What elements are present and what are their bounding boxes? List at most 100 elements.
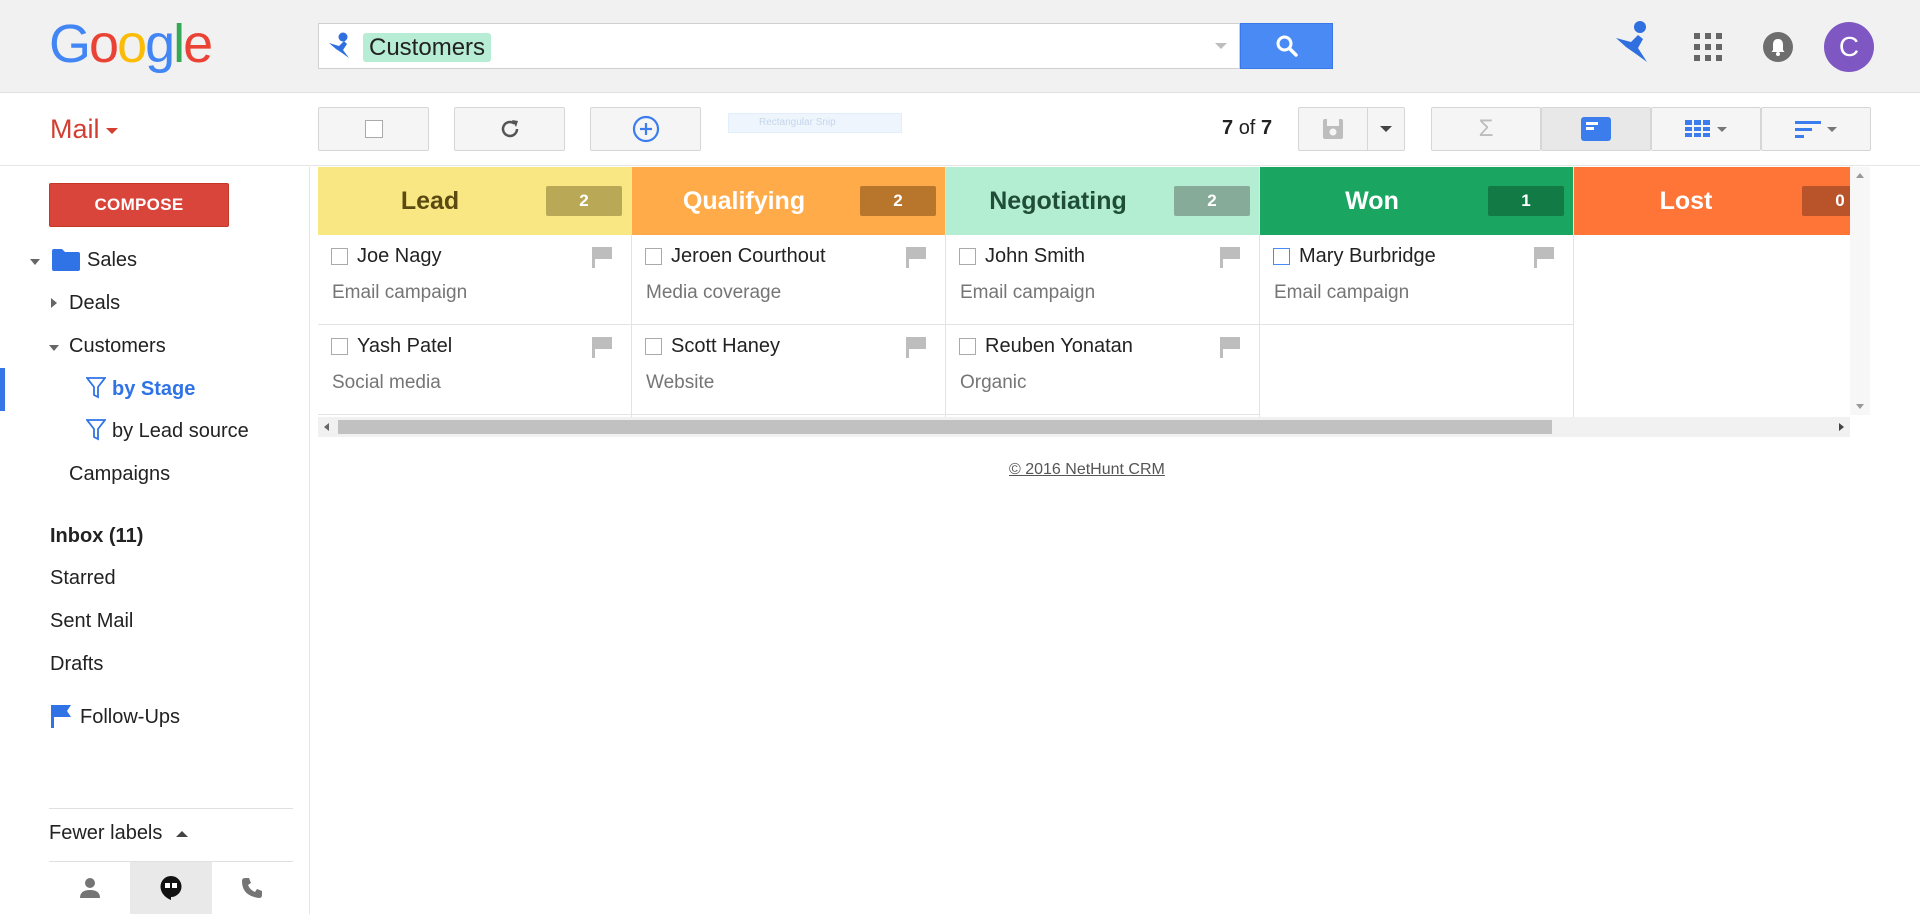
flag-icon[interactable] xyxy=(591,246,613,268)
fewer-labels-toggle[interactable]: Fewer labels xyxy=(49,822,188,845)
google-logo[interactable]: Google xyxy=(49,13,213,75)
column-title: Qualifying xyxy=(682,187,806,215)
sidebar-item-drafts[interactable]: Drafts xyxy=(50,653,103,676)
sidebar: COMPOSE Sales Deals Customers by Stage b… xyxy=(0,167,310,914)
flag-icon[interactable] xyxy=(591,336,613,358)
deal-card[interactable]: Mary Burbridge Email campaign xyxy=(1260,235,1573,325)
mail-label: Mail xyxy=(50,114,100,144)
apps-grid-icon[interactable] xyxy=(1694,33,1722,66)
card-name: Yash Patel xyxy=(357,335,453,357)
card-source: Media coverage xyxy=(646,282,782,303)
hangouts-icon xyxy=(160,876,182,900)
add-circle-icon xyxy=(632,115,659,143)
sidebar-item-follow-ups[interactable]: Follow-Ups xyxy=(80,706,180,729)
sidebar-item-deals[interactable]: Deals xyxy=(69,292,120,315)
nethunt-app-icon[interactable] xyxy=(1614,20,1654,71)
sidebar-item-sales[interactable]: Sales xyxy=(87,249,137,272)
flag-icon[interactable] xyxy=(905,336,927,358)
tab-contacts[interactable] xyxy=(49,862,130,914)
deal-card[interactable]: Reuben Yonatan Organic xyxy=(946,325,1259,415)
search-input[interactable]: Customers xyxy=(318,23,1240,69)
add-record-button[interactable] xyxy=(590,107,701,151)
fewer-labels-label: Fewer labels xyxy=(49,822,163,844)
scrollbar-thumb[interactable] xyxy=(338,420,1552,434)
scroll-down-icon[interactable] xyxy=(1856,404,1864,409)
notifications-bell-icon[interactable] xyxy=(1763,32,1793,67)
card-checkbox[interactable] xyxy=(959,248,976,265)
scroll-left-icon[interactable] xyxy=(324,423,329,431)
column-count-badge: 2 xyxy=(1174,186,1250,216)
grid-view-icon xyxy=(1685,120,1710,137)
deal-card[interactable]: Yash Patel Social media xyxy=(318,325,631,415)
sort-icon xyxy=(1795,121,1821,138)
collapse-arrow-icon[interactable] xyxy=(49,345,59,351)
avatar[interactable]: C xyxy=(1824,22,1874,72)
sidebar-item-sent-mail[interactable]: Sent Mail xyxy=(50,610,133,633)
column-header[interactable]: Qualifying 2 xyxy=(632,167,945,235)
pagination-info: 7 of 7 xyxy=(1222,117,1272,140)
collapse-arrow-icon[interactable] xyxy=(30,259,40,265)
refresh-button[interactable] xyxy=(454,107,565,151)
toolbar: Mail Rectangular Snip 7 of 7 Σ xyxy=(0,94,1920,166)
card-checkbox[interactable] xyxy=(331,248,348,265)
flag-icon[interactable] xyxy=(905,246,927,268)
sidebar-item-customers[interactable]: Customers xyxy=(69,335,166,358)
card-checkbox[interactable] xyxy=(331,338,348,355)
deal-card[interactable]: Joe Nagy Email campaign xyxy=(318,235,631,325)
logo-letter: l xyxy=(173,14,185,74)
column-header[interactable]: Negotiating 2 xyxy=(946,167,1259,235)
vertical-scrollbar[interactable] xyxy=(1850,167,1870,415)
summary-button[interactable]: Σ xyxy=(1431,107,1541,151)
card-source: Email campaign xyxy=(1274,282,1410,303)
card-checkbox[interactable] xyxy=(959,338,976,355)
footer-copyright-link[interactable]: © 2016 NetHunt CRM xyxy=(1009,461,1165,479)
checkbox-icon xyxy=(364,120,383,138)
compose-button[interactable]: COMPOSE xyxy=(49,183,229,227)
search-chip[interactable]: Customers xyxy=(363,33,492,62)
sigma-icon: Σ xyxy=(1478,115,1494,142)
save-options-button[interactable] xyxy=(1368,108,1404,150)
card-checkbox[interactable] xyxy=(645,248,662,265)
pager-current: 7 xyxy=(1222,117,1234,139)
column-header[interactable]: Lead 2 xyxy=(318,167,631,235)
logo-letter: e xyxy=(183,14,213,74)
sidebar-item-campaigns[interactable]: Campaigns xyxy=(69,463,170,486)
card-checkbox[interactable] xyxy=(1273,248,1290,265)
tab-hangouts[interactable] xyxy=(130,862,212,914)
sidebar-item-inbox[interactable]: Inbox (11) xyxy=(50,525,143,548)
scroll-right-icon[interactable] xyxy=(1839,423,1844,431)
pager-total: 7 xyxy=(1260,117,1273,139)
flag-icon[interactable] xyxy=(1219,246,1241,268)
divider xyxy=(49,808,293,809)
column-header[interactable]: Lost 0 xyxy=(1574,167,1850,235)
flag-icon[interactable] xyxy=(1533,246,1555,268)
search-options-icon[interactable] xyxy=(1215,43,1227,49)
deal-card[interactable]: John Smith Email campaign xyxy=(946,235,1259,325)
sidebar-item-by-stage[interactable]: by Stage xyxy=(112,378,195,401)
card-checkbox[interactable] xyxy=(645,338,662,355)
card-source: Website xyxy=(646,372,715,393)
snip-overlay: Rectangular Snip xyxy=(728,113,902,133)
select-all-checkbox[interactable] xyxy=(318,107,429,151)
grid-view-button[interactable] xyxy=(1651,107,1761,151)
tab-phone[interactable] xyxy=(212,862,293,914)
card-view-icon xyxy=(1581,117,1611,141)
search-button[interactable] xyxy=(1240,23,1333,69)
column-count-badge: 2 xyxy=(546,186,622,216)
save-view-button[interactable] xyxy=(1298,107,1405,151)
flag-icon[interactable] xyxy=(1219,336,1241,358)
top-header: Google Customers C xyxy=(0,0,1920,93)
card-view-button[interactable] xyxy=(1541,107,1651,151)
save-button[interactable] xyxy=(1299,108,1369,150)
expand-arrow-icon[interactable] xyxy=(51,298,57,308)
column-header[interactable]: Won 1 xyxy=(1260,167,1573,235)
sort-button[interactable] xyxy=(1761,107,1871,151)
sidebar-item-by-lead-source[interactable]: by Lead source xyxy=(112,420,249,443)
scroll-up-icon[interactable] xyxy=(1856,173,1864,178)
stage-column-lead: Lead 2 Joe Nagy Email campaign Yash Pate… xyxy=(318,167,632,417)
deal-card[interactable]: Jeroen Courthout Media coverage xyxy=(632,235,945,325)
sidebar-item-starred[interactable]: Starred xyxy=(50,567,116,590)
deal-card[interactable]: Scott Haney Website xyxy=(632,325,945,415)
horizontal-scrollbar[interactable] xyxy=(318,417,1850,437)
mail-menu[interactable]: Mail xyxy=(50,114,118,145)
